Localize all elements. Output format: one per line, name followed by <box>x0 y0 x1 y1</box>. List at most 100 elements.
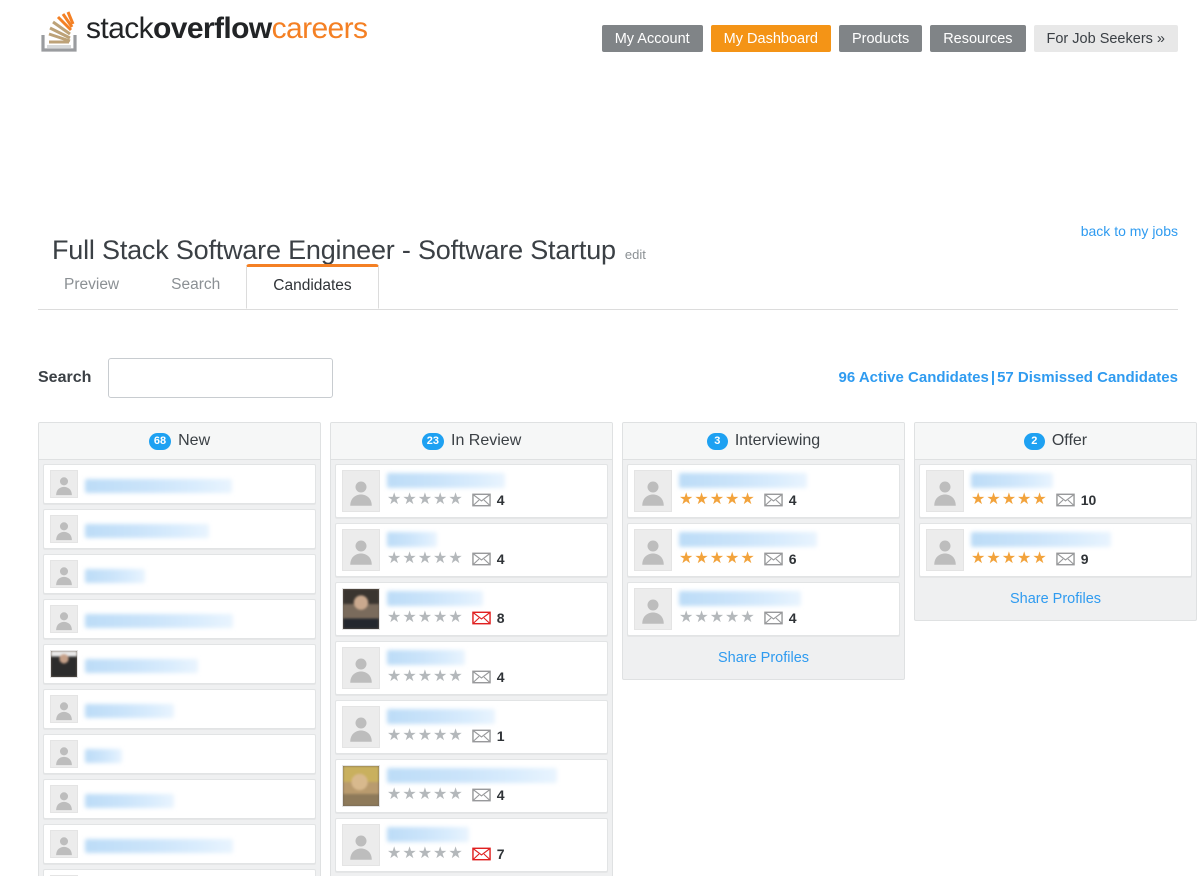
candidate-rating-stars[interactable]: ★ ★ ★ ★ ★ <box>387 787 463 803</box>
search-input[interactable] <box>108 358 334 398</box>
star-icon[interactable]: ★ <box>433 787 447 803</box>
candidate-card[interactable]: ★ ★ ★ ★ ★ 6 <box>627 523 900 577</box>
star-icon[interactable]: ★ <box>1002 551 1016 567</box>
star-icon[interactable]: ★ <box>402 787 416 803</box>
share-profiles-link[interactable]: Share Profiles <box>718 650 809 666</box>
star-icon[interactable]: ★ <box>1017 551 1031 567</box>
candidate-message-count[interactable]: 4 <box>471 669 505 685</box>
star-icon[interactable]: ★ <box>694 610 708 626</box>
star-icon[interactable]: ★ <box>402 669 416 685</box>
nav-products-button[interactable]: Products <box>838 25 923 52</box>
nav-for-job-seekers-button[interactable]: For Job Seekers » <box>1033 25 1178 52</box>
candidate-message-count[interactable]: 4 <box>471 551 505 567</box>
candidate-card[interactable] <box>43 779 316 819</box>
tab-candidates[interactable]: Candidates <box>246 264 379 309</box>
candidate-rating-stars[interactable]: ★ ★ ★ ★ ★ <box>387 551 463 567</box>
star-icon[interactable]: ★ <box>433 492 447 508</box>
star-icon[interactable]: ★ <box>402 728 416 744</box>
dismissed-candidates-link[interactable]: 57 Dismissed Candidates <box>997 369 1178 386</box>
star-icon[interactable]: ★ <box>418 551 432 567</box>
star-icon[interactable]: ★ <box>1002 492 1016 508</box>
star-icon[interactable]: ★ <box>418 669 432 685</box>
star-icon[interactable]: ★ <box>433 551 447 567</box>
tab-search[interactable]: Search <box>145 264 246 307</box>
candidate-card[interactable] <box>43 869 316 876</box>
star-icon[interactable]: ★ <box>433 669 447 685</box>
star-icon[interactable]: ★ <box>387 610 401 626</box>
star-icon[interactable]: ★ <box>387 551 401 567</box>
candidate-card[interactable] <box>43 824 316 864</box>
star-icon[interactable]: ★ <box>679 551 693 567</box>
star-icon[interactable]: ★ <box>725 551 739 567</box>
share-profiles-link[interactable]: Share Profiles <box>1010 591 1101 607</box>
candidate-rating-stars[interactable]: ★ ★ ★ ★ ★ <box>387 610 463 626</box>
star-icon[interactable]: ★ <box>1032 492 1046 508</box>
star-icon[interactable]: ★ <box>448 551 462 567</box>
star-icon[interactable]: ★ <box>448 846 462 862</box>
star-icon[interactable]: ★ <box>1032 551 1046 567</box>
site-logo[interactable]: stackoverflowcareers <box>38 8 368 53</box>
candidate-rating-stars[interactable]: ★ ★ ★ ★ ★ <box>387 846 463 862</box>
star-icon[interactable]: ★ <box>448 787 462 803</box>
star-icon[interactable]: ★ <box>418 610 432 626</box>
candidate-card[interactable]: ★ ★ ★ ★ ★ 1 <box>335 700 608 754</box>
star-icon[interactable]: ★ <box>402 610 416 626</box>
tab-preview[interactable]: Preview <box>38 264 145 307</box>
star-icon[interactable]: ★ <box>448 728 462 744</box>
candidate-message-count[interactable]: 4 <box>471 787 505 803</box>
candidate-card[interactable]: ★ ★ ★ ★ ★ 4 <box>335 523 608 577</box>
star-icon[interactable]: ★ <box>679 610 693 626</box>
star-icon[interactable]: ★ <box>740 492 754 508</box>
candidate-message-count[interactable]: 6 <box>763 551 797 567</box>
star-icon[interactable]: ★ <box>402 492 416 508</box>
star-icon[interactable]: ★ <box>433 728 447 744</box>
star-icon[interactable]: ★ <box>387 669 401 685</box>
candidate-message-count[interactable]: 1 <box>471 728 505 744</box>
candidate-card[interactable] <box>43 509 316 549</box>
star-icon[interactable]: ★ <box>971 492 985 508</box>
star-icon[interactable]: ★ <box>448 492 462 508</box>
nav-my-dashboard-button[interactable]: My Dashboard <box>710 25 831 52</box>
star-icon[interactable]: ★ <box>694 492 708 508</box>
candidate-rating-stars[interactable]: ★ ★ ★ ★ ★ <box>971 492 1047 508</box>
candidate-card[interactable] <box>43 554 316 594</box>
star-icon[interactable]: ★ <box>387 728 401 744</box>
candidate-card[interactable]: ★ ★ ★ ★ ★ 4 <box>335 641 608 695</box>
star-icon[interactable]: ★ <box>971 551 985 567</box>
back-to-my-jobs-link[interactable]: back to my jobs <box>1081 223 1178 239</box>
star-icon[interactable]: ★ <box>710 610 724 626</box>
candidate-rating-stars[interactable]: ★ ★ ★ ★ ★ <box>971 551 1047 567</box>
star-icon[interactable]: ★ <box>740 551 754 567</box>
star-icon[interactable]: ★ <box>725 610 739 626</box>
candidate-rating-stars[interactable]: ★ ★ ★ ★ ★ <box>387 669 463 685</box>
candidate-rating-stars[interactable]: ★ ★ ★ ★ ★ <box>679 492 755 508</box>
star-icon[interactable]: ★ <box>986 551 1000 567</box>
active-candidates-link[interactable]: 96 Active Candidates <box>839 369 989 386</box>
candidate-message-count[interactable]: 7 <box>471 846 505 862</box>
candidate-message-count[interactable]: 9 <box>1055 551 1089 567</box>
candidate-message-count[interactable]: 10 <box>1055 492 1096 508</box>
candidate-card[interactable] <box>43 599 316 639</box>
nav-resources-button[interactable]: Resources <box>930 25 1026 52</box>
candidate-message-count[interactable]: 4 <box>763 492 797 508</box>
candidate-rating-stars[interactable]: ★ ★ ★ ★ ★ <box>679 610 755 626</box>
star-icon[interactable]: ★ <box>448 669 462 685</box>
candidate-card[interactable]: ★ ★ ★ ★ ★ 8 <box>335 582 608 636</box>
star-icon[interactable]: ★ <box>387 787 401 803</box>
candidate-rating-stars[interactable]: ★ ★ ★ ★ ★ <box>387 728 463 744</box>
star-icon[interactable]: ★ <box>710 492 724 508</box>
star-icon[interactable]: ★ <box>448 610 462 626</box>
candidate-card[interactable]: ★ ★ ★ ★ ★ 4 <box>335 759 608 813</box>
star-icon[interactable]: ★ <box>740 610 754 626</box>
candidate-card[interactable]: ★ ★ ★ ★ ★ 7 <box>335 818 608 872</box>
star-icon[interactable]: ★ <box>418 728 432 744</box>
star-icon[interactable]: ★ <box>725 492 739 508</box>
candidate-card[interactable]: ★ ★ ★ ★ ★ 4 <box>627 464 900 518</box>
star-icon[interactable]: ★ <box>402 551 416 567</box>
star-icon[interactable]: ★ <box>679 492 693 508</box>
star-icon[interactable]: ★ <box>387 492 401 508</box>
star-icon[interactable]: ★ <box>402 846 416 862</box>
star-icon[interactable]: ★ <box>418 492 432 508</box>
star-icon[interactable]: ★ <box>418 846 432 862</box>
candidate-card[interactable]: ★ ★ ★ ★ ★ 10 <box>919 464 1192 518</box>
